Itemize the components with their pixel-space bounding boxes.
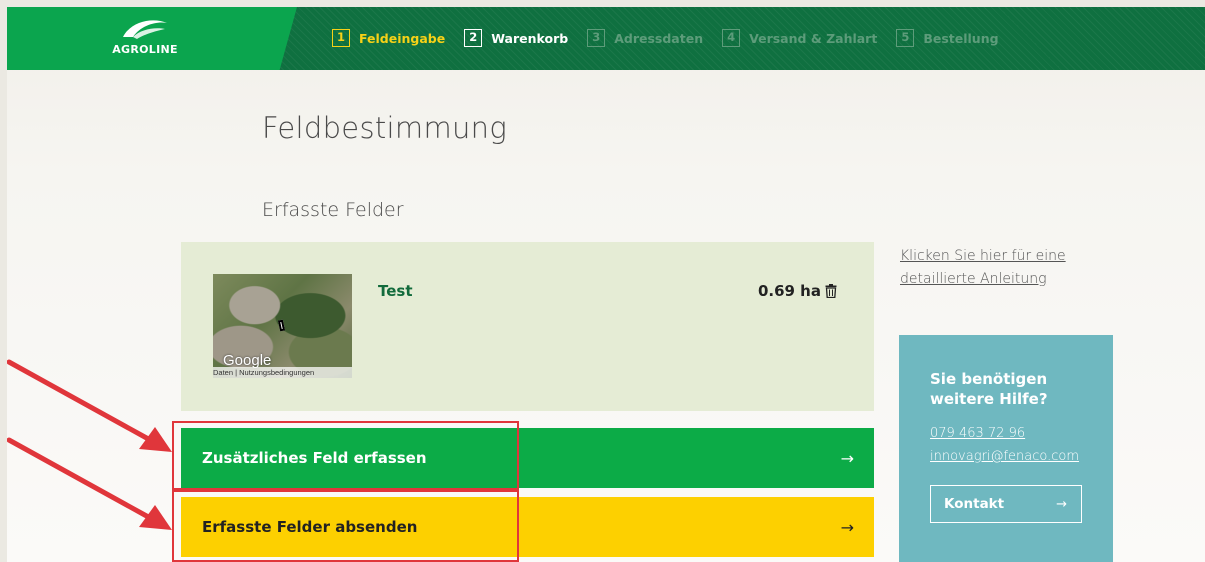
contact-button[interactable]: Kontakt → [930, 485, 1082, 523]
step-label: Feldeingabe [359, 30, 446, 46]
step-label: Versand & Zahlart [749, 30, 878, 46]
step-number: 3 [587, 29, 606, 47]
page-title: Feldbestimmung [262, 111, 508, 145]
section-title: Erfasste Felder [262, 199, 404, 221]
leaf-icon [123, 20, 167, 39]
submit-fields-label: Erfasste Felder absenden [202, 518, 418, 536]
step-bestellung: 5 Bestellung [896, 29, 999, 47]
map-attribution: Daten | Nutzungsbedingungen [213, 367, 352, 378]
field-name: Test [378, 282, 413, 300]
guide-link[interactable]: Klicken Sie hier für eine detaillierte A… [900, 245, 1110, 291]
field-polygon-marker [277, 319, 286, 332]
arrow-right-icon: → [840, 517, 854, 537]
step-number: 1 [332, 29, 350, 47]
step-warenkorb[interactable]: 2 Warenkorb [464, 29, 568, 47]
contact-label: Kontakt [944, 496, 1005, 512]
step-number: 4 [722, 29, 741, 47]
field-map-thumbnail[interactable]: Google Daten | Nutzungsbedingungen [213, 274, 352, 378]
header-bar: AGROLINE 1 Feldeingabe 2 Warenkorb 3 Adr… [7, 7, 1205, 70]
field-area: 0.69 ha [757, 282, 821, 300]
agroline-logo[interactable]: AGROLINE [103, 17, 187, 63]
help-title: Sie benötigen weitere Hilfe? [930, 370, 1048, 408]
annotation-arrow-2 [7, 437, 172, 530]
phone-link[interactable]: 079 463 72 96 [930, 426, 1025, 441]
step-label: Adressdaten [614, 30, 704, 46]
page: AGROLINE 1 Feldeingabe 2 Warenkorb 3 Adr… [7, 7, 1205, 562]
add-field-label: Zusätzliches Feld erfassen [202, 449, 427, 467]
submit-fields-button[interactable]: Erfasste Felder absenden → [181, 497, 874, 557]
step-number: 2 [464, 29, 483, 47]
arrow-right-icon: → [840, 448, 854, 468]
help-box: Sie benötigen weitere Hilfe? 079 463 72 … [899, 335, 1113, 562]
field-card: Google Daten | Nutzungsbedingungen Test … [181, 242, 874, 411]
add-field-button[interactable]: Zusätzliches Feld erfassen → [181, 428, 874, 488]
checkout-steps: 1 Feldeingabe 2 Warenkorb 3 Adressdaten … [332, 29, 1018, 47]
step-adressdaten: 3 Adressdaten [587, 29, 703, 47]
logo-zone: AGROLINE [7, 7, 297, 70]
logo-text: AGROLINE [112, 43, 178, 56]
step-label: Warenkorb [491, 30, 569, 46]
step-number: 5 [896, 29, 915, 47]
step-versand-zahlart: 4 Versand & Zahlart [722, 29, 877, 47]
trash-icon[interactable] [825, 284, 837, 298]
email-link[interactable]: innovagri@fenaco.com [930, 449, 1079, 464]
step-feldeingabe[interactable]: 1 Feldeingabe [332, 29, 445, 47]
step-label: Bestellung [923, 30, 999, 46]
arrow-right-icon: → [1056, 496, 1067, 512]
